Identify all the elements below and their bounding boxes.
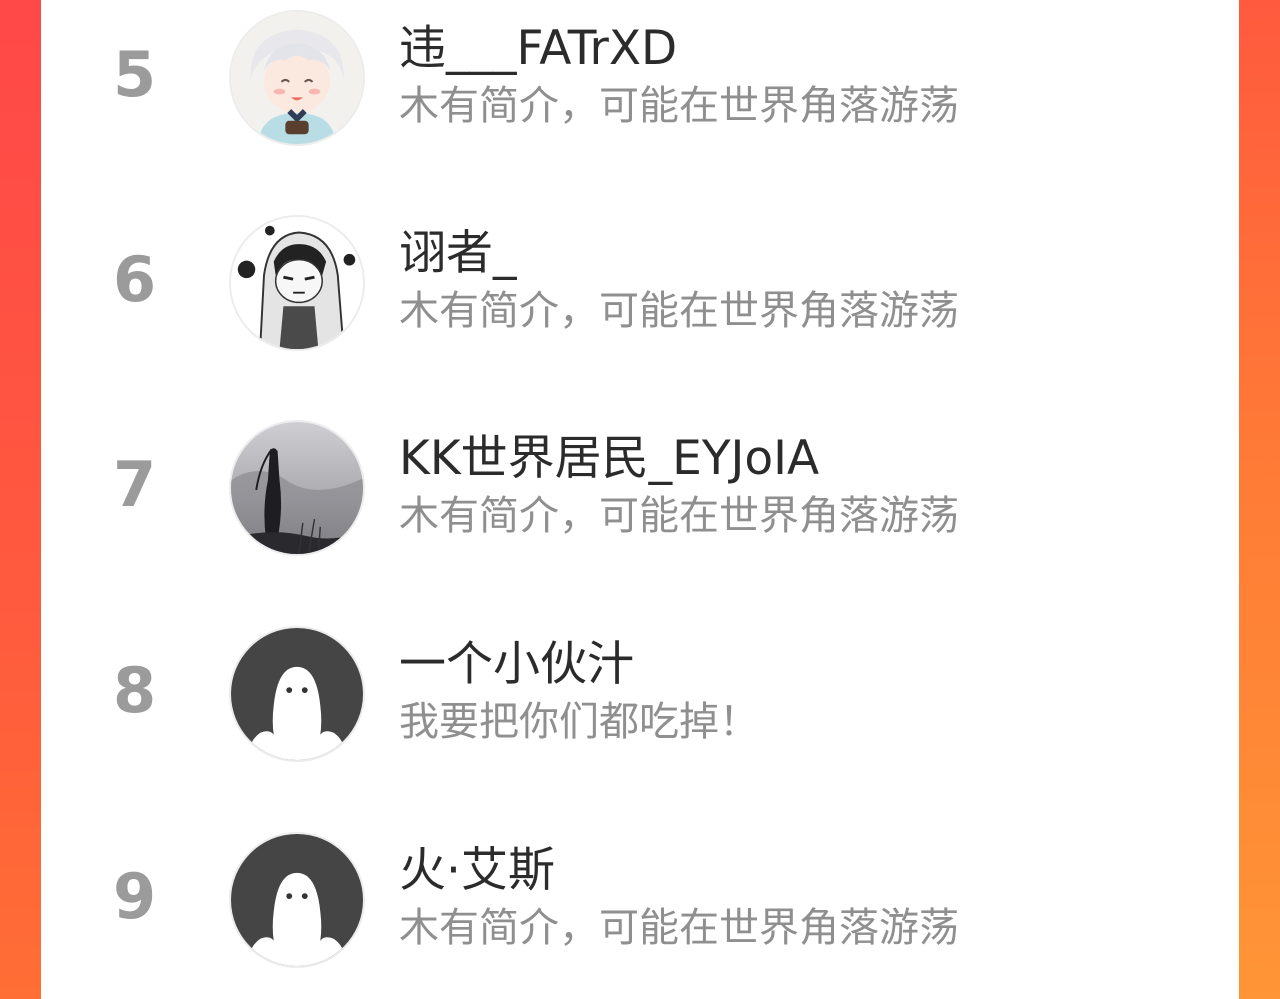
user-bio: 我要把你们都吃掉！ — [399, 699, 759, 745]
right-background-strip — [1239, 0, 1280, 999]
ranking-row[interactable]: 6 诩者_ 木有简介，可能在世界角落游荡 — [41, 208, 1239, 358]
ink-landscape-avatar-icon[interactable] — [229, 420, 365, 556]
default-ghost-avatar-icon[interactable] — [229, 626, 365, 762]
sketch-character-avatar-icon[interactable] — [229, 215, 365, 351]
left-background-strip — [0, 0, 41, 999]
user-name[interactable]: 一个小伙汁 — [399, 637, 634, 693]
rank-number: 5 — [113, 38, 157, 111]
default-ghost-avatar-icon[interactable] — [229, 832, 365, 968]
rank-number: 8 — [113, 654, 157, 727]
user-bio: 木有简介，可能在世界角落游荡 — [399, 905, 959, 951]
user-bio: 木有简介，可能在世界角落游荡 — [399, 83, 959, 129]
anime-boy-avatar-icon[interactable] — [229, 10, 365, 146]
user-bio: 木有简介，可能在世界角落游荡 — [399, 288, 959, 334]
user-name[interactable]: 诩者_ — [399, 226, 517, 282]
ranking-row[interactable]: 5 违___FATrXD 木有简介，可能在世界角落游荡 — [41, 3, 1239, 153]
ranking-row[interactable]: 7 KK世界居民_EYJoIA 木有简介，可能在世界角落游荡 — [41, 413, 1239, 563]
user-name[interactable]: KK世界居民_EYJoIA — [399, 431, 819, 487]
user-bio: 木有简介，可能在世界角落游荡 — [399, 493, 959, 539]
rank-number: 9 — [113, 860, 157, 933]
rank-number: 7 — [113, 448, 157, 521]
ranking-row[interactable]: 9 火·艾斯 木有简介，可能在世界角落游荡 — [41, 825, 1239, 975]
ranking-list: 5 违___FATrXD 木有简介，可能在世界角落游荡 6 诩者_ 木有简介，可… — [41, 0, 1239, 999]
user-name[interactable]: 违___FATrXD — [399, 21, 677, 77]
user-name[interactable]: 火·艾斯 — [399, 843, 555, 899]
ranking-row[interactable]: 8 一个小伙汁 我要把你们都吃掉！ — [41, 619, 1239, 769]
rank-number: 6 — [113, 243, 157, 316]
